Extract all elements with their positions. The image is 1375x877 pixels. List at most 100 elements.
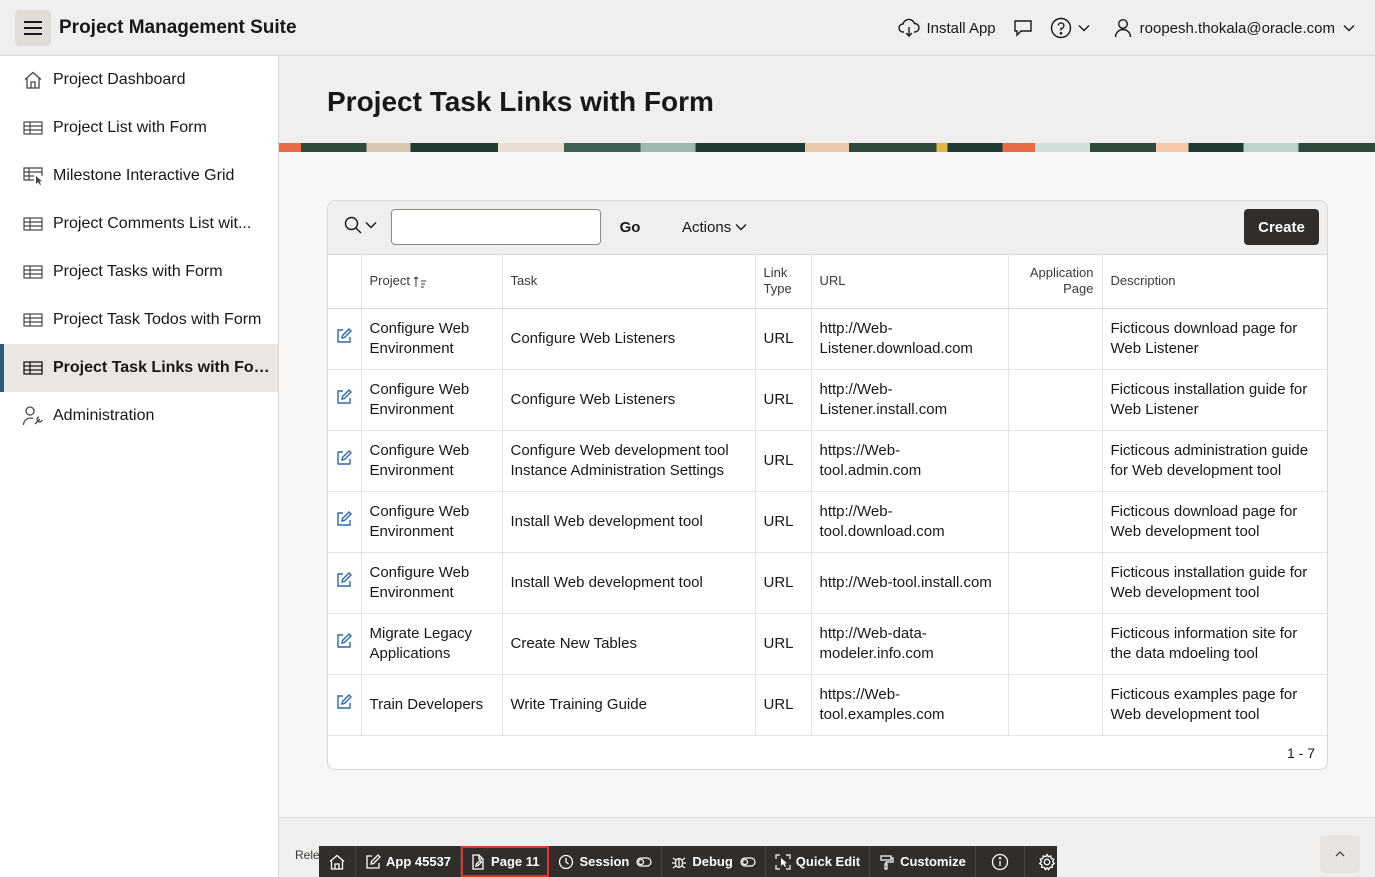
toggle-icon [636,856,652,867]
release-text: Rele [295,848,320,862]
sidebar-item-administration[interactable]: Administration [0,392,278,440]
hamburger-menu-button[interactable] [15,9,51,46]
edit-cell[interactable] [328,552,362,614]
sidebar-item-project-task-todos-with-form[interactable]: Project Task Todos with Form [0,296,278,344]
feedback-button[interactable] [1012,18,1034,38]
column-header-project[interactable]: Project [361,255,503,309]
cell-application-page [1008,308,1103,370]
table-row: Train Developers Write Training Guide UR… [328,674,1327,736]
dev-app-button[interactable]: App 45537 [356,846,462,877]
create-button[interactable]: Create [1244,209,1319,245]
edit-cell[interactable] [328,491,362,553]
dev-info-button[interactable] [976,846,1025,877]
cell-url: https://Web-tool.admin.com [811,430,1009,492]
chevron-up-icon [1335,851,1345,857]
column-header-description[interactable]: Description [1102,255,1327,309]
install-app-label: Install App [926,19,996,37]
dev-app-label: App 45537 [386,854,452,869]
cell-url: http://Web-Listener.download.com [811,308,1009,370]
cell-description: Ficticous download page for Web developm… [1102,491,1327,553]
cell-task: Configure Web Listeners [502,369,756,431]
cell-project: Configure Web Environment [361,552,503,614]
table-row: Configure Web Environment Install Web de… [328,491,1327,553]
edit-icon [337,693,353,709]
search-input[interactable] [391,209,601,245]
dev-customize-label: Customize [900,854,966,869]
cell-link-type: URL [755,369,812,431]
cell-description: Ficticous examples page for Web developm… [1102,674,1327,736]
edit-cell[interactable] [328,369,362,431]
cell-project: Train Developers [361,674,503,736]
cell-link-type: URL [755,308,812,370]
cell-url: https://Web-tool.examples.com [811,674,1009,736]
table-icon [22,309,44,331]
chevron-down-icon [1343,25,1355,32]
install-app-button[interactable]: Install App [898,18,996,38]
table-icon [22,213,44,235]
column-header-application-page[interactable]: Application Page [1008,255,1103,309]
table-row: Configure Web Environment Configure Web … [328,369,1327,431]
sidebar-item-project-dashboard[interactable]: Project Dashboard [0,56,278,104]
toggle-icon [740,856,756,867]
column-header-task[interactable]: Task [502,255,756,309]
dev-session-button[interactable]: Session [549,846,663,877]
go-button[interactable]: Go [610,209,650,245]
interactive-report: Go Actions Create Project Task Link Type [327,200,1328,770]
actions-menu-button[interactable]: Actions [682,209,747,245]
search-column-selector[interactable] [344,216,377,234]
edit-cell[interactable] [328,308,362,370]
sidebar-item-milestone-interactive-grid[interactable]: Milestone Interactive Grid [0,152,278,200]
decorative-banner [279,143,1375,152]
dev-page-button[interactable]: Page 11 [461,846,550,877]
scroll-to-top-button[interactable] [1320,835,1360,873]
edit-cell[interactable] [328,613,362,675]
table-icon [22,117,44,139]
dev-settings-button[interactable] [1025,846,1069,877]
cell-application-page [1008,430,1103,492]
session-icon [559,854,574,869]
chat-bubble-icon [1013,20,1032,37]
sidebar-item-project-list-with-form[interactable]: Project List with Form [0,104,278,152]
dev-home-button[interactable] [319,846,356,877]
edit-column-header [328,255,362,309]
edit-icon [337,510,353,526]
cell-application-page [1008,552,1103,614]
column-header-label: Project [369,273,410,289]
info-icon [991,853,1008,870]
column-header-url[interactable]: URL [811,255,1009,309]
edit-icon [366,853,381,869]
sidebar-item-label: Project Dashboard [53,71,186,88]
cell-project: Configure Web Environment [361,430,503,492]
cell-task: Create New Tables [502,613,756,675]
help-menu-button[interactable] [1050,17,1090,39]
column-header-link-type[interactable]: Link Type [755,255,812,309]
sidebar-item-label: Project Tasks with Form [53,263,223,280]
dev-session-label: Session [579,854,630,869]
cell-task: Configure Web development tool Instance … [502,430,756,492]
sidebar-item-project-task-links-with-form[interactable]: Project Task Links with Form [0,344,278,392]
app-title[interactable]: Project Management Suite [59,17,297,39]
page-edit-icon [472,853,484,870]
cell-project: Configure Web Environment [361,369,503,431]
sidebar-item-project-comments-list[interactable]: Project Comments List wit... [0,200,278,248]
dev-customize-button[interactable]: Customize [870,846,976,877]
edit-icon [337,571,353,587]
cell-link-type: URL [755,674,812,736]
sidebar-item-project-tasks-with-form[interactable]: Project Tasks with Form [0,248,278,296]
table-row: Configure Web Environment Install Web de… [328,552,1327,614]
edit-cell[interactable] [328,674,362,736]
dev-debug-button[interactable]: Debug [662,846,766,877]
sidebar-item-label: Project Comments List wit... [53,215,252,232]
user-menu-button[interactable]: roopesh.thokala@oracle.com [1114,18,1355,38]
cell-url: http://Web-Listener.install.com [811,369,1009,431]
edit-icon [337,449,353,465]
pagination-info: 1 - 7 [1286,744,1315,761]
interactive-grid-icon [22,165,44,187]
cell-task: Install Web development tool [502,491,756,553]
cell-link-type: URL [755,552,812,614]
edit-cell[interactable] [328,430,362,492]
cell-task: Install Web development tool [502,552,756,614]
chevron-down-icon [1078,25,1090,32]
dev-quick-edit-button[interactable]: Quick Edit [766,846,871,877]
dev-debug-label: Debug [692,854,733,869]
